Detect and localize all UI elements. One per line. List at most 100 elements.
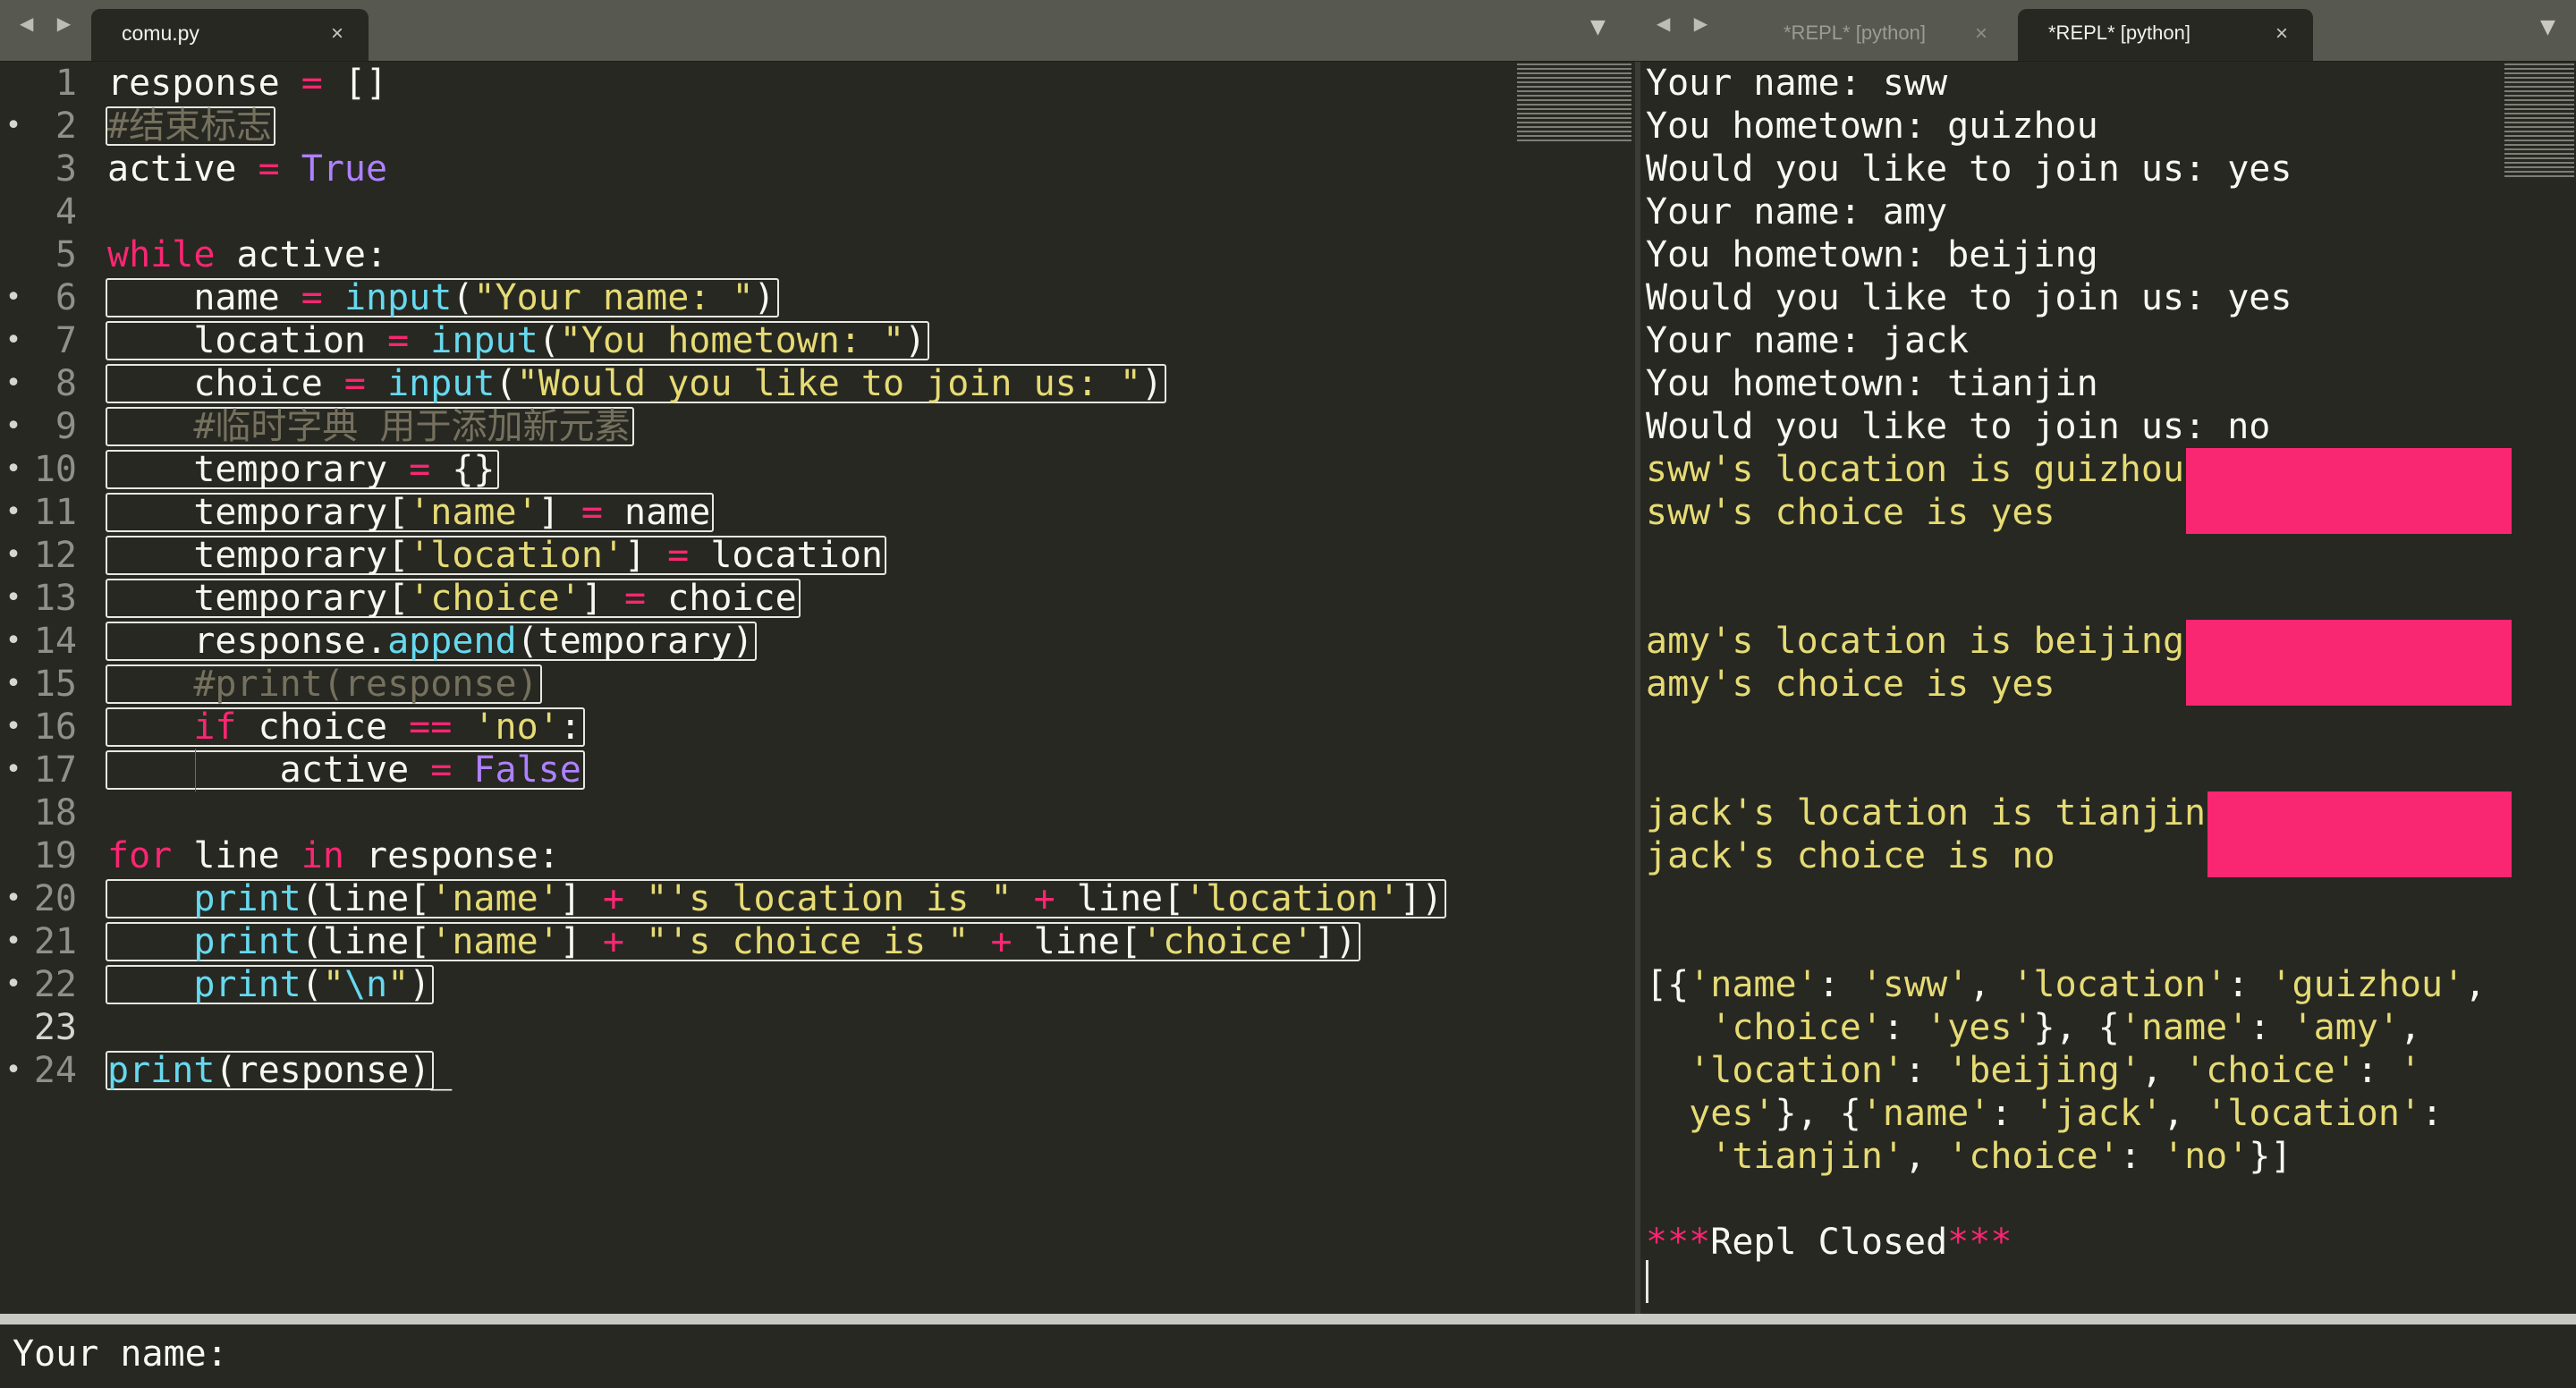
code-token: line xyxy=(172,835,301,876)
code-token: choice xyxy=(236,707,410,748)
tab-label: *REPL* [python] xyxy=(1784,21,1926,44)
line-number: 11 xyxy=(33,492,77,533)
line-number: 9 xyxy=(55,406,77,447)
repl-minimap[interactable] xyxy=(2504,63,2574,180)
code-token: append xyxy=(387,621,517,662)
tab-label: comu.py xyxy=(122,21,199,45)
repl-token: *** xyxy=(1646,1222,1711,1263)
code-line[interactable]: • 9 #临时字典 用于添加新元素 xyxy=(0,405,1521,448)
code-text: location = input("You hometown: ") xyxy=(107,319,926,362)
code-token: name xyxy=(107,277,301,318)
code-line[interactable]: • 21 print(line['name'] + "'s choice is "… xyxy=(0,920,1521,963)
repl-line: Your name: amy xyxy=(1646,191,1948,233)
code-token: " xyxy=(322,964,344,1005)
code-line[interactable]: 23 xyxy=(0,1006,1521,1049)
close-icon[interactable]: × xyxy=(1975,21,1987,47)
repl-line: amy's location is beijing xyxy=(1646,621,2185,662)
repl-token: 'choice' xyxy=(1947,1136,2120,1177)
code-line[interactable]: • 6 name = input("Your name: ") xyxy=(0,276,1521,319)
code-line[interactable]: • 10 temporary = {} xyxy=(0,448,1521,491)
code-text: print(line['name'] + "'s choice is " + l… xyxy=(107,920,1357,963)
code-token: ( xyxy=(538,320,560,361)
code-line[interactable]: • 17 active = False xyxy=(0,749,1521,791)
code-line[interactable]: • 7 location = input("You hometown: ") xyxy=(0,319,1521,362)
tab-nav-arrows-icon[interactable]: ◀ ▶ xyxy=(20,13,80,34)
code-text: print("\n") xyxy=(107,963,430,1006)
repl-token: [{ xyxy=(1646,964,1690,1005)
code-editor[interactable]: 1 response = [] • 2 #结束标志 3 active = True 4 5 whi… xyxy=(0,62,1635,1314)
code-token: + xyxy=(602,878,625,919)
code-line[interactable]: • 20 print(line['name'] + "'s location is… xyxy=(0,877,1521,920)
tab-repl-2[interactable]: *REPL* [python] × xyxy=(2018,9,2313,61)
code-token: name xyxy=(602,492,711,533)
code-line[interactable]: • 24 print(response)_ xyxy=(0,1049,1521,1092)
code-line[interactable]: • 15 #print(response) xyxy=(0,663,1521,706)
code-token: ] xyxy=(623,535,668,576)
tab-dropdown-icon[interactable]: ▼ xyxy=(1590,16,1606,38)
code-token: ] xyxy=(559,921,603,962)
code-text: if choice == 'no': xyxy=(107,706,581,749)
code-text: temporary['location'] = location xyxy=(107,534,883,577)
repl-token: , xyxy=(2464,964,2487,1005)
tab-nav-arrows-icon[interactable]: ◀ ▶ xyxy=(1657,13,1716,34)
repl-token: yes' xyxy=(1689,1093,1775,1134)
code-line[interactable]: 18 xyxy=(0,791,1521,834)
code-line[interactable]: • 13 temporary['choice'] = choice xyxy=(0,577,1521,620)
code-line[interactable]: • 8 choice = input("Would you like to joi… xyxy=(0,362,1521,405)
code-token: 'choice' xyxy=(409,578,581,619)
repl-token xyxy=(1646,1007,1710,1048)
code-text: while active: xyxy=(107,233,387,276)
repl-token: : xyxy=(1818,964,1861,1005)
line-number: 1 xyxy=(55,63,77,104)
close-icon[interactable]: × xyxy=(2275,21,2288,47)
repl-output[interactable]: Your name: sww You hometown: guizhou Would… xyxy=(1640,62,2576,1314)
code-token: ) xyxy=(1141,363,1164,404)
code-token: ( xyxy=(495,363,517,404)
code-line[interactable]: 1 response = [] xyxy=(0,62,1521,105)
code-token: == xyxy=(409,707,453,748)
line-number: 16 xyxy=(33,707,77,748)
repl-token: 'choice' xyxy=(1710,1007,1883,1048)
code-line[interactable]: • 16 if choice == 'no': xyxy=(0,706,1521,749)
close-icon[interactable]: × xyxy=(331,21,343,47)
code-text: active = True xyxy=(107,148,387,190)
repl-token: : xyxy=(2249,1007,2292,1048)
code-line[interactable]: • 2 #结束标志 xyxy=(0,105,1521,148)
code-token: 'name' xyxy=(430,878,560,919)
tab-dropdown-icon[interactable]: ▼ xyxy=(2540,16,2555,38)
code-line[interactable]: • 14 response.append(temporary) xyxy=(0,620,1521,663)
code-text: #临时字典 用于添加新元素 xyxy=(107,405,630,448)
code-token: location xyxy=(107,320,388,361)
editor-tab-bar: ◀ ▶ comu.py × ▼ xyxy=(0,0,1639,62)
code-token: "'s location is " xyxy=(646,878,1013,919)
code-token: ]) xyxy=(1400,878,1444,919)
editor-minimap[interactable] xyxy=(1517,63,1631,144)
code-line[interactable]: 5 while active: xyxy=(0,233,1521,276)
code-token: = xyxy=(430,749,453,791)
code-line[interactable]: • 22 print("\n") xyxy=(0,963,1521,1006)
repl-token: 'yes' xyxy=(1926,1007,2034,1048)
repl-token: : xyxy=(2227,964,2271,1005)
code-line[interactable]: 19 for line in response: xyxy=(0,834,1521,877)
repl-token: 'jack' xyxy=(2033,1093,2164,1134)
code-line[interactable]: • 11 temporary['name'] = name xyxy=(0,491,1521,534)
code-text: active = False xyxy=(107,749,581,791)
line-number: 19 xyxy=(33,835,77,876)
repl-token: , xyxy=(2399,1007,2422,1048)
code-token: + xyxy=(1033,878,1055,919)
code-line[interactable]: 3 active = True xyxy=(0,148,1521,190)
repl-line: 'tianjin', 'choice': 'no'}] xyxy=(1646,1135,2292,1178)
code-line[interactable]: • 12 temporary['location'] = location xyxy=(0,534,1521,577)
repl-tab-bar: ◀ ▶ *REPL* [python] × *REPL* [python] × … xyxy=(1639,0,2576,62)
code-line[interactable]: 4 xyxy=(0,190,1521,233)
tab-label: *REPL* [python] xyxy=(2048,21,2190,44)
code-token: ] xyxy=(538,492,581,533)
repl-token xyxy=(1646,1136,1710,1177)
input-panel[interactable]: Your name: xyxy=(0,1325,2576,1388)
repl-line: 'choice': 'yes'}, {'name': 'amy', xyxy=(1646,1006,2421,1049)
tab-repl-1[interactable]: *REPL* [python] × xyxy=(1753,9,2012,61)
tab-comu-py[interactable]: comu.py × xyxy=(91,9,369,61)
